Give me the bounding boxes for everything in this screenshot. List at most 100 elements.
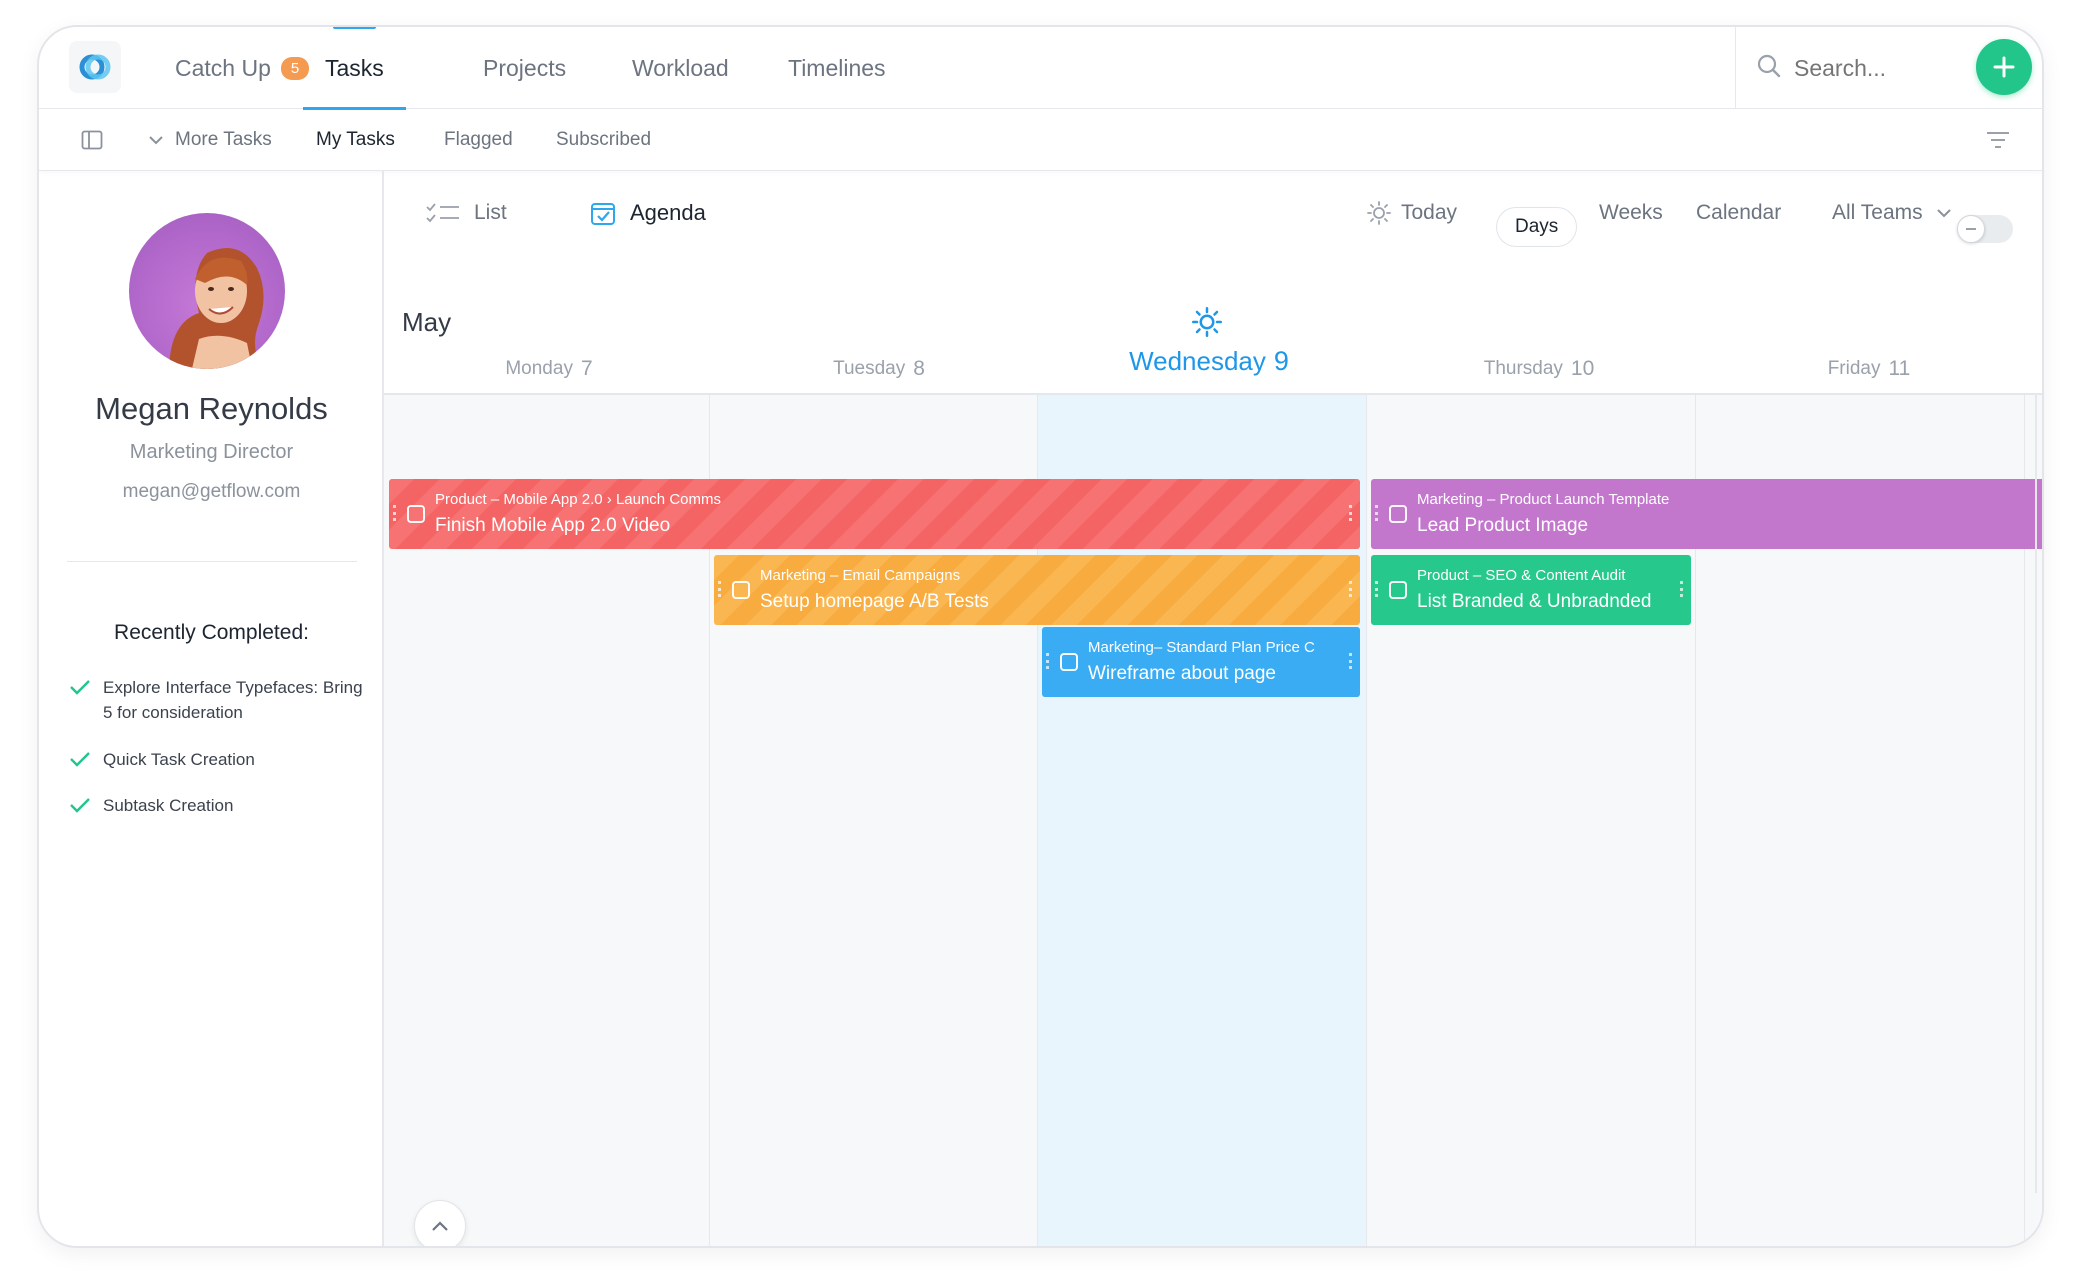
drag-handle[interactable]	[393, 505, 396, 521]
task-card[interactable]: Marketing – Product Launch Template Lead…	[1371, 479, 2042, 549]
subnav-subscribed[interactable]: Subscribed	[556, 109, 651, 171]
drag-handle[interactable]	[1680, 581, 1683, 597]
task-checkbox[interactable]	[407, 505, 425, 523]
task-project: Marketing – Product Launch Template	[1417, 491, 1670, 508]
today-button[interactable]: Today	[1367, 171, 1457, 255]
drag-handle[interactable]	[1349, 653, 1352, 669]
recent-item-label: Quick Task Creation	[103, 750, 255, 769]
view-switch-toggle[interactable]	[1957, 215, 2013, 243]
weeks-label: Weeks	[1599, 201, 1663, 224]
weeks-toggle[interactable]: Weeks	[1599, 171, 1663, 255]
task-project: Product – SEO & Content Audit	[1417, 567, 1626, 584]
profile-divider	[67, 561, 357, 562]
sun-icon	[1367, 201, 1391, 225]
days-label: Days	[1515, 216, 1559, 237]
profile-name: Megan Reynolds	[95, 391, 328, 426]
day-number: 11	[1888, 357, 1911, 380]
toggle-knob	[1957, 215, 1985, 243]
chevron-down-icon	[149, 136, 163, 145]
calendar-check-icon	[591, 203, 615, 225]
day-header-monday[interactable]: Monday 7	[384, 349, 714, 389]
day-header-wednesday[interactable]: Wednesday 9	[1044, 341, 1374, 381]
task-title: List Branded & Unbradnded	[1417, 591, 1652, 612]
drag-handle[interactable]	[1375, 581, 1378, 597]
check-icon	[70, 798, 90, 813]
search-area	[1735, 27, 2042, 109]
add-task-button[interactable]	[1976, 39, 2032, 95]
agenda-label: Agenda	[630, 200, 706, 225]
chevron-down-icon	[1936, 209, 1951, 218]
today-sun-icon	[1192, 307, 1222, 337]
task-checkbox[interactable]	[732, 581, 750, 599]
nav-projects-label: Projects	[483, 54, 567, 81]
days-toggle[interactable]: Days	[1496, 207, 1578, 247]
day-name: Friday	[1827, 358, 1881, 379]
recent-item[interactable]: Quick Task Creation	[69, 747, 369, 772]
profile-photo	[169, 248, 264, 369]
task-card[interactable]: Product – SEO & Content Audit List Brand…	[1371, 555, 1691, 625]
day-header-friday[interactable]: Friday 11	[1704, 349, 2034, 389]
sidebar-panel-icon	[81, 130, 103, 150]
task-card[interactable]: Marketing – Email Campaigns Setup homepa…	[714, 555, 1360, 625]
agenda-grid: Product – Mobile App 2.0 › Launch Comms …	[384, 393, 2042, 1246]
day-header-tuesday[interactable]: Tuesday 8	[714, 349, 1044, 389]
task-checkbox[interactable]	[1389, 505, 1407, 523]
recent-item[interactable]: Subtask Creation	[69, 793, 369, 818]
app-logo[interactable]	[69, 41, 121, 93]
filter-icon[interactable]	[1986, 131, 2010, 149]
task-project: Product – Mobile App 2.0 › Launch Comms	[435, 491, 721, 508]
day-name: Monday	[505, 358, 573, 379]
task-project: Marketing– Standard Plan Price C	[1088, 639, 1315, 656]
more-tasks-dropdown[interactable]: More Tasks	[147, 109, 272, 171]
avatar	[129, 213, 285, 369]
nav-tasks-label: Tasks	[325, 54, 384, 81]
task-card[interactable]: Product – Mobile App 2.0 › Launch Comms …	[389, 479, 1360, 549]
agenda-view: List Agenda Today Days Weeks Calendar Al…	[384, 171, 2042, 1246]
teams-label: All Teams	[1832, 201, 1923, 224]
calendar-toggle[interactable]: Calendar	[1696, 171, 1781, 255]
task-checkbox[interactable]	[1060, 653, 1078, 671]
teams-dropdown[interactable]: All Teams	[1832, 171, 1953, 255]
search-input[interactable]	[1794, 51, 1934, 85]
vertical-scrollbar[interactable]	[2035, 393, 2037, 1193]
nav-catch-up[interactable]: Catch Up 5	[175, 27, 310, 109]
day-header-thursday[interactable]: Thursday 10	[1374, 349, 1704, 389]
month-label: May	[402, 307, 452, 337]
drag-handle[interactable]	[1046, 653, 1049, 669]
recent-item[interactable]: Explore Interface Typefaces: Bring 5 for…	[69, 675, 369, 725]
drag-handle[interactable]	[1375, 505, 1378, 521]
drag-handle[interactable]	[1349, 505, 1352, 521]
calendar-label: Calendar	[1696, 201, 1782, 224]
subnav-my-tasks[interactable]: My Tasks	[316, 109, 395, 171]
subscribed-label: Subscribed	[556, 129, 652, 150]
profile-sidebar: Megan Reynolds Marketing Director megan@…	[39, 171, 384, 1246]
agenda-view-button[interactable]: Agenda	[590, 171, 706, 255]
task-checkbox[interactable]	[1389, 581, 1407, 599]
subnav-flagged[interactable]: Flagged	[444, 109, 513, 171]
nav-workload-label: Workload	[632, 54, 729, 81]
recent-item-label: Subtask Creation	[103, 796, 234, 815]
list-icon	[426, 203, 459, 223]
day-number: 9	[1273, 345, 1289, 376]
chevron-up-icon	[432, 1221, 448, 1231]
sidebar-toggle[interactable]	[81, 109, 103, 171]
list-label: List	[474, 201, 507, 224]
nav-projects[interactable]: Projects	[483, 27, 566, 109]
day-name: Tuesday	[833, 358, 906, 379]
my-tasks-label: My Tasks	[316, 129, 395, 150]
recently-completed-heading: Recently Completed:	[114, 621, 309, 644]
more-tasks-label: More Tasks	[175, 129, 272, 150]
check-icon	[70, 680, 90, 695]
task-card[interactable]: Marketing– Standard Plan Price C Wirefra…	[1042, 627, 1360, 697]
nav-workload[interactable]: Workload	[632, 27, 729, 109]
drag-handle[interactable]	[718, 581, 721, 597]
nav-timelines[interactable]: Timelines	[788, 27, 886, 109]
profile-role: Marketing Director	[129, 441, 294, 463]
scroll-to-top-button[interactable]	[414, 1200, 466, 1246]
nav-tasks[interactable]: Tasks	[303, 27, 406, 110]
drag-handle[interactable]	[1349, 581, 1352, 597]
flagged-label: Flagged	[444, 129, 513, 150]
check-icon	[70, 752, 90, 767]
list-view-button[interactable]: List	[426, 171, 507, 255]
plus-icon	[1993, 56, 2015, 78]
